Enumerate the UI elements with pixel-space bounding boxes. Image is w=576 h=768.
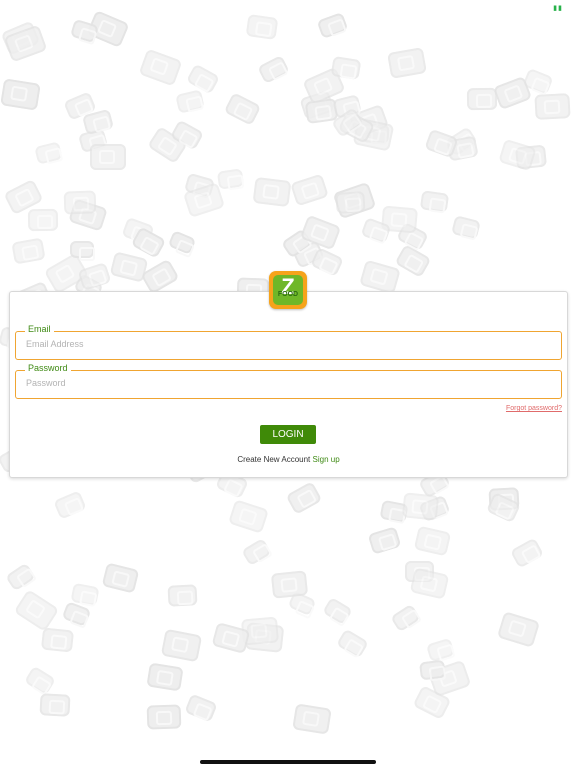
password-input[interactable]	[26, 378, 546, 388]
background-food-tile	[167, 584, 198, 607]
background-food-tile	[175, 89, 205, 114]
background-food-tile	[335, 191, 366, 214]
password-label: Password	[25, 363, 71, 373]
background-food-tile	[101, 562, 140, 594]
background-food-tile	[498, 138, 537, 172]
background-food-tile	[367, 526, 402, 555]
background-food-tile	[146, 704, 182, 730]
background-food-tile	[63, 190, 97, 215]
background-food-tile	[40, 627, 75, 653]
background-food-tile	[390, 603, 421, 633]
background-food-tile	[387, 47, 427, 79]
background-food-tile	[409, 567, 450, 600]
background-food-tile	[34, 141, 63, 165]
sign-up-link[interactable]: Sign up	[313, 455, 340, 464]
app-logo-word: FOOD	[277, 291, 299, 298]
email-field: Email	[15, 324, 562, 360]
background-food-tile	[0, 78, 41, 111]
background-food-tile	[245, 14, 279, 40]
create-account-text: Create New Account	[237, 455, 311, 464]
background-food-tile	[184, 693, 218, 723]
background-food-tile	[53, 490, 87, 520]
background-food-tile	[534, 93, 571, 120]
background-food-tile	[27, 208, 59, 232]
background-food-tile	[336, 628, 369, 659]
background-food-tile	[316, 11, 349, 40]
background-food-tile	[413, 525, 452, 557]
background-food-tile	[216, 168, 245, 190]
background-food-tile	[146, 662, 184, 692]
background-food-tile	[227, 499, 270, 534]
signup-row: Create New Account Sign up	[10, 455, 567, 464]
background-food-tile	[167, 229, 197, 256]
email-input[interactable]	[26, 339, 546, 349]
background-food-tile	[23, 665, 57, 696]
background-food-tile	[5, 562, 36, 592]
background-food-tile	[160, 628, 203, 663]
background-food-tile	[185, 63, 221, 95]
background-food-tile	[270, 570, 309, 599]
background-food-tile	[11, 237, 46, 265]
background-food-tile	[39, 693, 71, 717]
background-food-tile	[290, 173, 329, 207]
background-food-tile	[425, 637, 456, 663]
background-food-tile	[252, 176, 292, 208]
background-food-tile	[418, 659, 447, 681]
background-food-tile	[138, 48, 183, 87]
background-food-tile	[509, 537, 545, 569]
background-food-tile	[496, 611, 541, 648]
background-food-tile	[90, 144, 126, 170]
background-food-tile	[310, 247, 344, 277]
background-food-tile	[401, 492, 440, 521]
background-food-tile	[451, 215, 481, 240]
email-label: Email	[25, 324, 54, 334]
login-button[interactable]: LOGIN	[260, 425, 316, 444]
login-card: Z FOOD Email Password Forgot password? L…	[9, 271, 568, 478]
background-food-tile	[223, 92, 262, 126]
background-food-tile	[292, 703, 332, 735]
background-food-tile	[330, 55, 362, 81]
password-field: Password	[15, 363, 562, 399]
app-logo-inner: Z FOOD	[273, 274, 303, 305]
app-logo-icon: Z FOOD	[269, 271, 307, 309]
background-food-tile	[322, 596, 353, 626]
background-food-tile	[241, 537, 272, 567]
battery-icon: ▮▮	[553, 5, 563, 12]
background-food-tile	[419, 190, 450, 213]
background-food-tile	[13, 589, 60, 632]
background-food-tile	[109, 251, 149, 283]
home-indicator	[200, 760, 376, 764]
background-food-tile	[257, 54, 290, 85]
status-bar: ▮▮	[0, 0, 576, 14]
background-food-tile	[466, 87, 498, 111]
background-food-tile	[285, 481, 323, 515]
background-food-tile	[70, 241, 95, 261]
forgot-password-link[interactable]: Forgot password?	[506, 405, 562, 412]
background-food-tile	[359, 259, 401, 295]
